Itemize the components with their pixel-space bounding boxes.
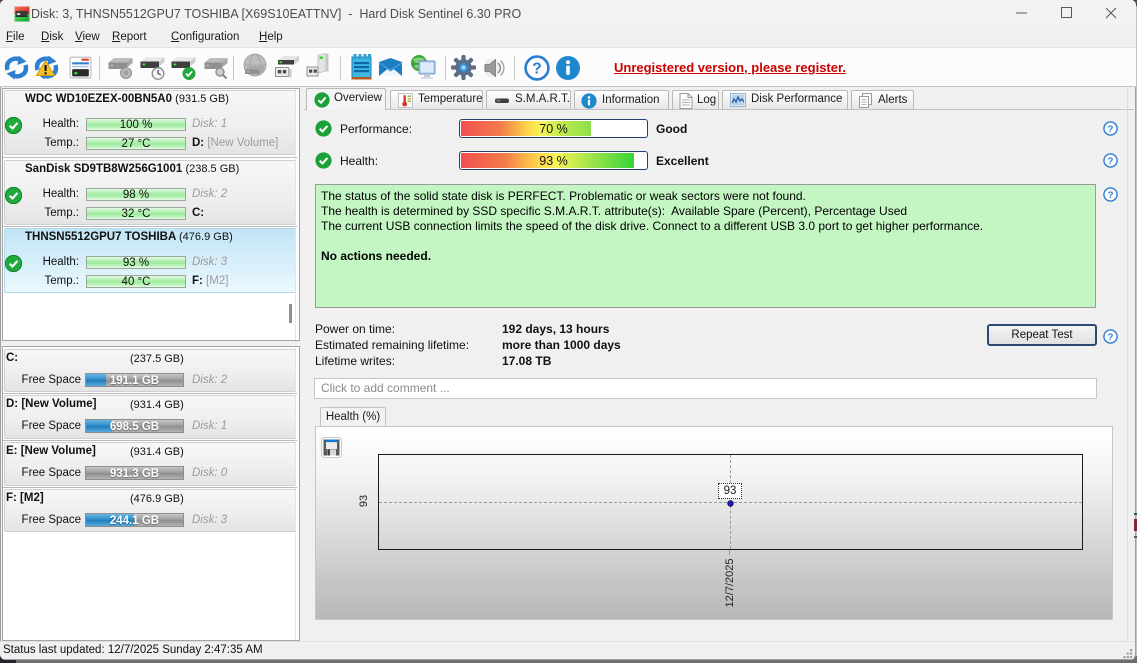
svg-text:?: ? — [1108, 124, 1114, 135]
svg-text:?: ? — [1108, 190, 1114, 201]
svg-text:?: ? — [532, 61, 541, 78]
svg-text:?: ? — [1108, 332, 1114, 343]
svg-text:?: ? — [1108, 156, 1114, 167]
